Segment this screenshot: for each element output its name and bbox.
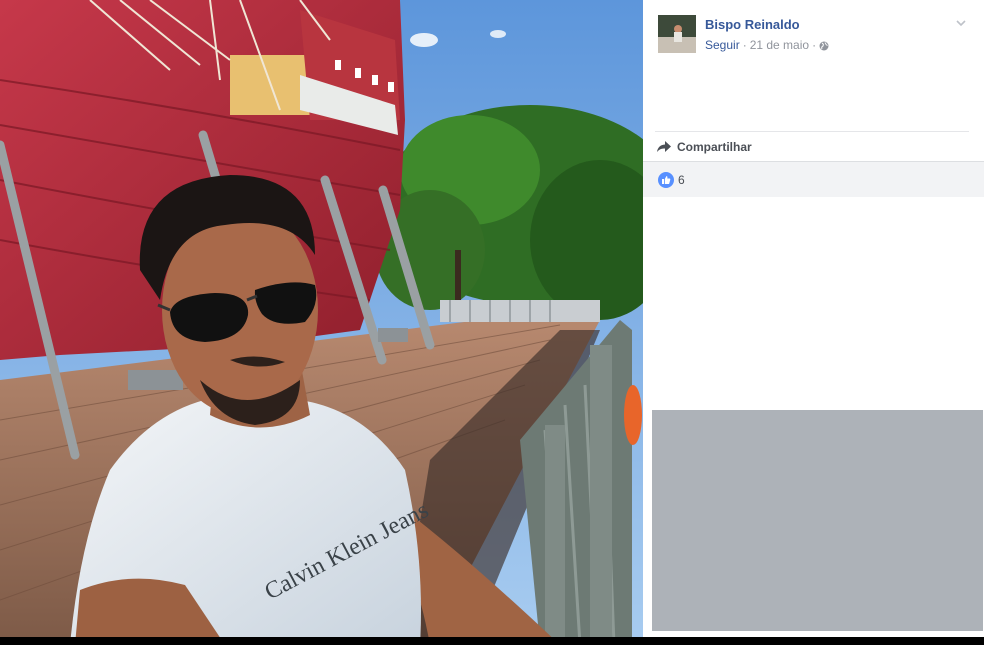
avatar-image [658,15,696,53]
avatar[interactable] [658,15,696,53]
post-photo[interactable]: Calvin Klein Jeans [0,0,643,645]
reactions-bar: 6 [643,161,984,197]
post-date[interactable]: 21 de maio [750,38,809,52]
like-icon[interactable] [658,171,674,188]
share-label: Compartilhar [677,140,752,154]
bottom-bar [0,637,984,645]
meta-separator: · [742,38,747,52]
meta-separator: · [812,38,817,52]
post-sidebar: Bispo Reinaldo Seguir · 21 de maio · Com… [643,0,984,645]
globe-icon[interactable] [819,40,829,51]
follow-link[interactable]: Seguir [705,38,740,52]
photo-scene: Calvin Klein Jeans [0,0,643,645]
chevron-down-icon[interactable] [954,16,968,30]
divider [655,131,969,132]
post-meta: Seguir · 21 de maio · [705,38,829,52]
author-name[interactable]: Bispo Reinaldo [705,17,800,32]
share-button[interactable]: Compartilhar [657,138,752,156]
share-arrow-icon [657,141,671,152]
like-count[interactable]: 6 [678,173,685,187]
ad-placeholder [652,410,983,631]
